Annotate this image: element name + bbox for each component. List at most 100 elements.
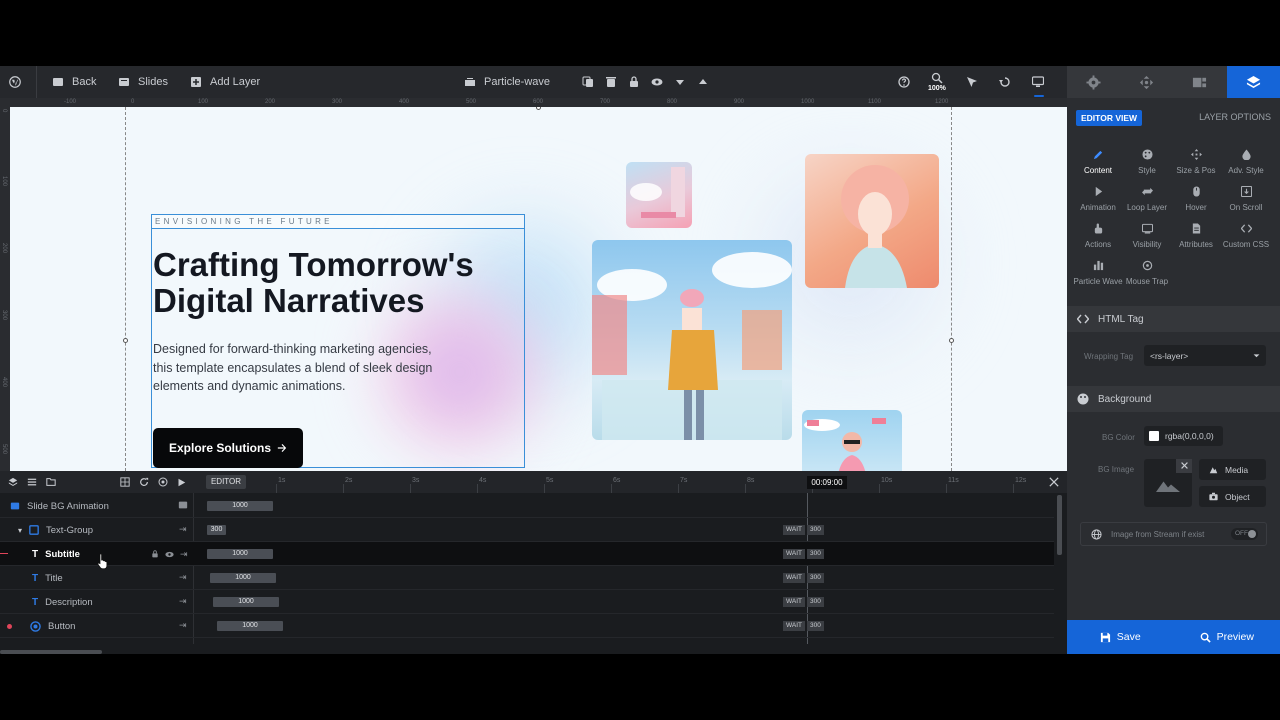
option-on-scroll[interactable]: On Scroll — [1221, 185, 1271, 216]
html-tag-section[interactable]: HTML Tag — [1067, 306, 1280, 332]
wait-block[interactable]: WAIT 300 — [783, 597, 824, 607]
option-visibility[interactable]: Visibility — [1122, 223, 1172, 253]
option-particle-wave[interactable]: Particle Wave — [1073, 260, 1123, 290]
tab-slider-settings[interactable] — [1067, 66, 1120, 98]
wait-block[interactable]: WAIT 300 — [783, 525, 824, 535]
option-adv-style[interactable]: Adv. Style — [1221, 149, 1271, 179]
chevron-down-icon[interactable] — [674, 76, 686, 88]
tab-slide-options[interactable] — [1173, 66, 1226, 98]
play-icon[interactable] — [177, 478, 186, 487]
slide-canvas[interactable]: ENVISIONING THE FUTURE Crafting Tomorrow… — [10, 107, 1067, 471]
chevron-up-icon[interactable] — [697, 76, 709, 88]
image-woman-sunglasses[interactable] — [802, 410, 902, 471]
guide-handle-top[interactable] — [536, 107, 541, 110]
undo-button[interactable] — [999, 66, 1011, 98]
option-style[interactable]: Style — [1122, 149, 1172, 179]
timeline-row[interactable]: Slide BG Animation 1000 — [0, 494, 1054, 518]
timeline-header: EDITOR 1s2s3s4s5s6s7s8s9s10s11s12s 00:09… — [0, 471, 1067, 493]
explore-solutions-button[interactable]: Explore Solutions — [153, 428, 303, 468]
close-timeline-button[interactable] — [1049, 477, 1059, 487]
save-button[interactable]: Save — [1067, 620, 1174, 654]
clear-image-button[interactable] — [1176, 459, 1192, 473]
option-animation[interactable]: Animation — [1073, 186, 1123, 216]
image-portrait-pink-hair[interactable] — [805, 154, 939, 288]
target-icon[interactable] — [158, 477, 168, 487]
layer-name-label: Description — [45, 596, 93, 608]
option-loop-layer[interactable]: Loop Layer — [1122, 186, 1172, 216]
wait-block[interactable]: WAIT 300 — [783, 573, 824, 583]
save-icon — [1100, 632, 1111, 643]
zoom-button[interactable]: 100% — [928, 66, 946, 98]
timeline-row[interactable]: Button ⇥ 1000 WAIT 300 — [0, 614, 1054, 638]
help-button[interactable] — [898, 66, 910, 98]
timeline-bar[interactable]: 1000 — [213, 597, 279, 607]
option-content[interactable]: Content — [1073, 149, 1123, 179]
timeline-editor-badge[interactable]: EDITOR — [206, 475, 246, 489]
editor-view-badge[interactable]: EDITOR VIEW — [1076, 110, 1143, 126]
bg-color-picker[interactable]: rgba(0,0,0,0) — [1144, 426, 1223, 446]
timeline-row[interactable]: T Subtitle ⇥ 1000 WAIT 300 — [0, 542, 1054, 566]
image-main-city-clouds[interactable] — [592, 240, 792, 440]
align-end-icon[interactable]: ⇥ — [180, 549, 188, 560]
folder-icon[interactable] — [46, 477, 56, 487]
eye-off-icon[interactable] — [165, 550, 174, 559]
timeline-tick-line — [879, 484, 880, 493]
tab-navigation[interactable] — [1120, 66, 1173, 98]
align-end-icon[interactable]: ⇥ — [179, 620, 187, 631]
timeline-row[interactable]: ▾ Text-Group ⇥ 300 WAIT 300 — [0, 518, 1054, 542]
horizontal-scrollbar[interactable] — [0, 650, 102, 654]
subtitle-layer[interactable]: ENVISIONING THE FUTURE — [151, 214, 525, 229]
image-small-clouds[interactable] — [626, 162, 692, 228]
option-mouse-trap[interactable]: Mouse Trap — [1122, 260, 1172, 290]
wrapping-tag-select[interactable]: <rs-layer> — [1144, 345, 1266, 366]
timeline-bar[interactable]: 1000 — [210, 573, 276, 583]
current-time-display[interactable]: 00:09:00 — [807, 476, 847, 489]
collapse-arrow-icon[interactable]: ▾ — [18, 526, 22, 535]
option-attributes[interactable]: Attributes — [1171, 223, 1221, 253]
align-end-icon[interactable]: ⇥ — [179, 596, 187, 607]
timeline-bar[interactable]: 1000 — [207, 549, 273, 559]
eye-icon[interactable] — [651, 76, 663, 88]
grid-icon[interactable] — [120, 477, 130, 487]
timeline-bar[interactable]: 1000 — [207, 501, 273, 511]
layers-icon[interactable] — [8, 477, 18, 487]
timeline-row[interactable]: T Title ⇥ 1000 WAIT 300 — [0, 566, 1054, 590]
wordpress-button[interactable] — [9, 66, 21, 98]
preview-button[interactable]: Preview — [1174, 620, 1280, 654]
add-layer-button[interactable]: Add Layer — [190, 66, 260, 98]
device-button[interactable] — [1032, 66, 1044, 98]
option-custom-css[interactable]: Custom CSS — [1221, 223, 1271, 253]
title-layer[interactable]: Crafting Tomorrow's Digital Narratives — [153, 247, 533, 319]
wait-block[interactable]: WAIT 300 — [783, 621, 824, 631]
lock-icon[interactable] — [628, 76, 640, 88]
media-button[interactable]: Media — [1199, 459, 1266, 480]
option-size-pos[interactable]: Size & Pos — [1171, 149, 1221, 179]
cursor-button[interactable] — [966, 66, 978, 98]
timeline-bar[interactable]: 300 — [207, 525, 226, 535]
guide-handle-right[interactable] — [949, 338, 954, 343]
wait-block[interactable]: WAIT 300 — [783, 549, 824, 559]
object-button[interactable]: Object — [1199, 486, 1266, 507]
description-layer[interactable]: Designed for forward-thinking marketing … — [153, 340, 443, 396]
timeline-bar[interactable]: 1000 — [217, 621, 283, 631]
image-icon[interactable] — [178, 500, 188, 510]
guide-handle-left[interactable] — [123, 338, 128, 343]
slide-selector[interactable]: Particle-wave — [464, 66, 550, 98]
lock-icon[interactable] — [151, 550, 159, 558]
background-section[interactable]: Background — [1067, 386, 1280, 412]
tab-layer-options[interactable] — [1227, 66, 1280, 98]
option-actions[interactable]: Actions — [1073, 223, 1123, 253]
refresh-icon[interactable] — [139, 477, 149, 487]
align-end-icon[interactable]: ⇥ — [179, 572, 187, 583]
list-icon[interactable] — [27, 477, 37, 487]
trash-icon[interactable] — [605, 76, 617, 88]
option-hover[interactable]: Hover — [1171, 186, 1221, 216]
slides-button[interactable]: Slides — [118, 66, 168, 98]
duplicate-icon[interactable] — [582, 76, 594, 88]
stream-toggle[interactable]: OFF — [1231, 528, 1258, 540]
vertical-scrollbar[interactable] — [1057, 495, 1062, 555]
timeline-tools-right — [120, 471, 186, 493]
align-end-icon[interactable]: ⇥ — [179, 524, 187, 535]
back-button[interactable]: Back — [52, 66, 96, 98]
timeline-row[interactable]: T Description ⇥ 1000 WAIT 300 — [0, 590, 1054, 614]
